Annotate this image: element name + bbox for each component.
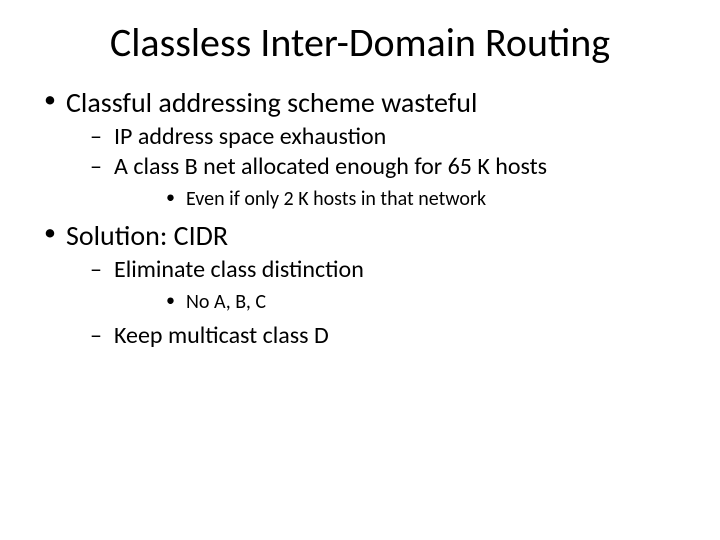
bullet-text: Eliminate class distinction — [114, 255, 364, 284]
bullet-sublist: IP address space exhaustion A class B ne… — [66, 122, 680, 212]
bullet-text: Solution: CIDR — [66, 218, 228, 253]
bullet-level1: Solution: CIDR Eliminate class distincti… — [40, 218, 680, 351]
bullet-text: Classful addressing scheme wasteful — [66, 85, 477, 120]
bullet-subsublist: Even if only 2 K hosts in that network — [114, 186, 680, 212]
bullet-text: IP address space exhaustion — [114, 122, 386, 151]
bullet-level3: No A, B, C — [114, 289, 680, 315]
bullet-subsublist: No A, B, C — [114, 289, 680, 315]
bullet-level2: Eliminate class distinction No A, B, C — [66, 255, 680, 315]
slide-title: Classless Inter-Domain Routing — [40, 18, 680, 67]
slide: Classless Inter-Domain Routing Classful … — [0, 0, 720, 540]
bullet-text: No A, B, C — [186, 290, 266, 314]
bullet-level3: Even if only 2 K hosts in that network — [114, 186, 680, 212]
bullet-text: Even if only 2 K hosts in that network — [186, 187, 486, 211]
bullet-text: A class B net allocated enough for 65 K … — [114, 152, 547, 181]
bullet-level2: IP address space exhaustion — [66, 122, 680, 152]
bullet-level2: A class B net allocated enough for 65 K … — [66, 152, 680, 212]
bullet-text: Keep multicast class D — [114, 321, 329, 350]
bullet-list: Classful addressing scheme wasteful IP a… — [40, 85, 680, 351]
bullet-level1: Classful addressing scheme wasteful IP a… — [40, 85, 680, 212]
bullet-sublist: Eliminate class distinction No A, B, C K… — [66, 255, 680, 351]
bullet-level2: Keep multicast class D — [66, 321, 680, 351]
